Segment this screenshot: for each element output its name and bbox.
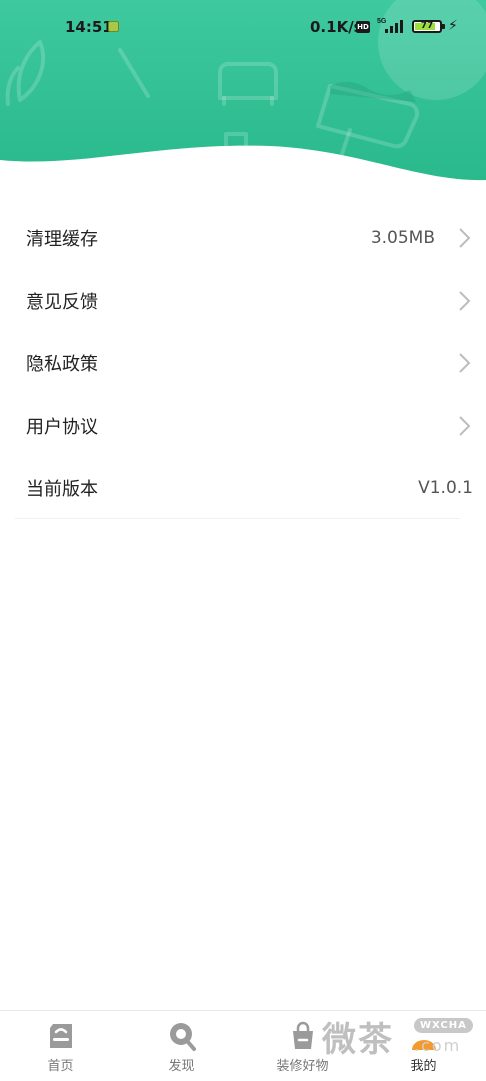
battery-level: 77 (420, 21, 434, 31)
watermark-badge: WXCHA (414, 1018, 473, 1033)
menu-item-user-agreement[interactable]: 用户协议 (15, 395, 471, 458)
menu-item-label: 清理缓存 (26, 229, 98, 251)
status-bar: 14:51 0.1K/s HD 5G 77 ⚡ (0, 0, 486, 54)
settings-menu: 清理缓存 3.05MB 意见反馈 隐私政策 用户协议 当前版本 V1.0.1 (0, 207, 486, 520)
hd-icon: HD (356, 21, 370, 33)
chevron-right-icon (459, 353, 471, 373)
status-time: 14:51 (65, 18, 113, 36)
search-icon (170, 1023, 196, 1051)
signal-icon: 5G (377, 18, 403, 33)
battery-tip (442, 24, 445, 29)
chevron-right-icon (459, 291, 471, 311)
menu-item-clear-cache[interactable]: 清理缓存 3.05MB (15, 207, 471, 270)
watermark-suffix: .com (414, 1036, 462, 1055)
menu-item-label: 用户协议 (26, 416, 98, 438)
shopping-bag-icon (293, 1021, 313, 1049)
tab-label: 发现 (168, 1059, 195, 1074)
menu-item-label: 隐私政策 (26, 354, 98, 376)
battery-icon: 77 (412, 20, 442, 33)
tab-discover[interactable]: 发现 (121, 1011, 242, 1081)
menu-item-version: 当前版本 V1.0.1 (15, 457, 473, 520)
home-icon (50, 1024, 72, 1048)
tab-home[interactable]: 首页 (0, 1011, 121, 1081)
chevron-right-icon (459, 416, 471, 436)
signal-5g-label: 5G (377, 18, 387, 25)
version-value: V1.0.1 (418, 478, 473, 499)
menu-item-privacy-policy[interactable]: 隐私政策 (15, 332, 471, 395)
header-banner: 14:51 0.1K/s HD 5G 77 ⚡ (0, 0, 486, 200)
menu-item-label: 当前版本 (26, 479, 98, 501)
chevron-right-icon (459, 228, 471, 248)
tab-label: 首页 (47, 1059, 74, 1074)
menu-item-label: 意见反馈 (26, 291, 98, 313)
network-speed: 0.1K/s (310, 18, 363, 36)
menu-item-feedback[interactable]: 意见反馈 (15, 270, 471, 333)
watermark: 微茶 WXCHA .com (322, 1012, 473, 1072)
menu-divider (15, 518, 460, 519)
charging-icon: ⚡ (448, 18, 458, 34)
app-notification-icon (108, 21, 119, 32)
watermark-text: 微茶 (322, 1020, 394, 1060)
cache-size-value: 3.05MB (370, 228, 435, 249)
